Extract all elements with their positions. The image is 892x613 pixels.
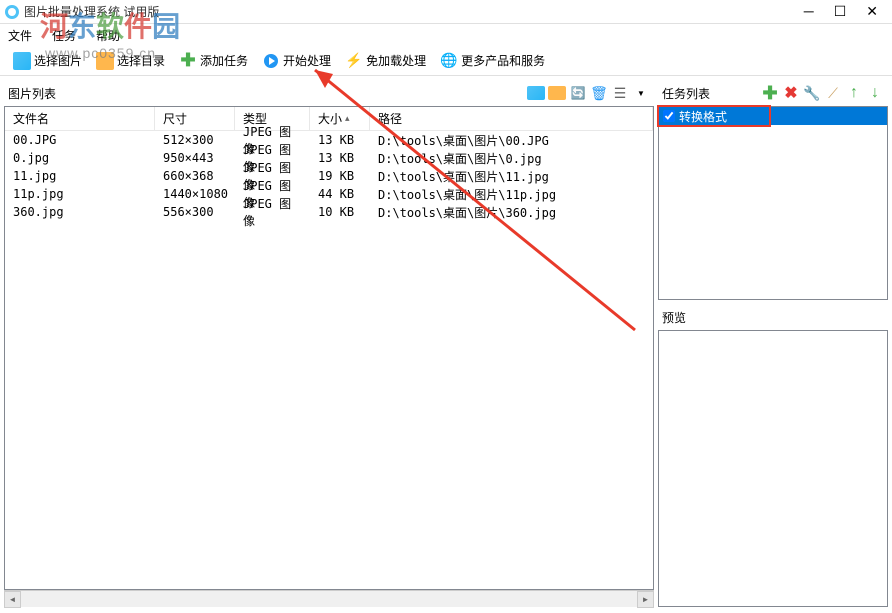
file-path: D:\tools\桌面\图片\11.jpg: [370, 168, 653, 185]
titlebar: 图片批量处理系统 试用版 ─ ☐ ✕: [0, 0, 892, 24]
delete-icon[interactable]: 🗑: [590, 84, 608, 102]
close-button[interactable]: ✕: [866, 3, 878, 20]
file-row[interactable]: 0.jpg 950×443 JPEG 图像 13 KB D:\tools\桌面\…: [5, 149, 653, 167]
more-products-button[interactable]: 🌐 更多产品和服务: [435, 49, 550, 73]
task-label: 转换格式: [679, 108, 727, 125]
file-path: D:\tools\桌面\图片\11p.jpg: [370, 186, 653, 203]
play-icon: [262, 52, 280, 70]
app-icon: [4, 4, 20, 20]
select-image-button[interactable]: 选择图片: [8, 49, 87, 73]
settings-icon[interactable]: 🔧: [803, 84, 821, 102]
bolt-icon: ⚡: [345, 52, 363, 70]
maximize-button[interactable]: ☐: [834, 3, 847, 20]
move-down-icon[interactable]: ↓: [866, 84, 884, 102]
scroll-right-arrow[interactable]: ►: [637, 591, 654, 608]
preview-header-bar: 预览: [658, 304, 888, 330]
list-view-icon[interactable]: ☰: [611, 84, 629, 102]
globe-icon: 🌐: [440, 52, 458, 70]
task-list-header-bar: 任务列表 ✚ ✖ 🔧 ⟋ ↑ ↓: [658, 80, 888, 106]
file-size: 19 KB: [310, 169, 370, 183]
preview-title: 预览: [662, 309, 686, 326]
select-folder-button[interactable]: 选择目录: [91, 49, 170, 73]
remove-task-icon[interactable]: ✖: [782, 84, 800, 102]
file-name: 00.JPG: [5, 133, 155, 147]
scroll-left-arrow[interactable]: ◄: [4, 591, 21, 608]
add-task-button[interactable]: ✚ 添加任务: [174, 49, 253, 73]
file-row[interactable]: 00.JPG 512×300 JPEG 图像 13 KB D:\tools\桌面…: [5, 131, 653, 149]
file-list-header-bar: 图片列表 🔄 🗑 ☰ ▼: [4, 80, 654, 106]
file-name: 11.jpg: [5, 169, 155, 183]
file-dimensions: 556×300: [155, 205, 235, 219]
file-name: 11p.jpg: [5, 187, 155, 201]
move-up-icon[interactable]: ↑: [845, 84, 863, 102]
menu-task[interactable]: 任务: [52, 27, 76, 44]
view-image-icon[interactable]: [527, 86, 545, 100]
file-name: 360.jpg: [5, 205, 155, 219]
file-row[interactable]: 11.jpg 660×368 JPEG 图像 19 KB D:\tools\桌面…: [5, 167, 653, 185]
start-process-button[interactable]: 开始处理: [257, 49, 336, 73]
file-size: 13 KB: [310, 133, 370, 147]
horizontal-scrollbar[interactable]: ◄ ►: [4, 590, 654, 607]
task-list-title: 任务列表: [662, 85, 710, 102]
view-folder-icon[interactable]: [548, 86, 566, 100]
col-size[interactable]: 大小▴: [310, 107, 370, 130]
file-list-columns: 文件名 尺寸 类型 大小▴ 路径: [5, 107, 653, 131]
dropdown-icon[interactable]: ▼: [632, 84, 650, 102]
clear-icon[interactable]: ⟋: [824, 84, 842, 102]
menu-help[interactable]: 帮助: [96, 27, 120, 44]
menubar: 文件 任务 帮助: [0, 24, 892, 46]
file-size: 13 KB: [310, 151, 370, 165]
file-row[interactable]: 360.jpg 556×300 JPEG 图像 10 KB D:\tools\桌…: [5, 203, 653, 221]
folder-icon: [96, 52, 114, 70]
col-path[interactable]: 路径: [370, 107, 653, 130]
file-name: 0.jpg: [5, 151, 155, 165]
col-filename[interactable]: 文件名: [5, 107, 155, 130]
file-path: D:\tools\桌面\图片\360.jpg: [370, 204, 653, 221]
no-load-process-button[interactable]: ⚡ 免加载处理: [340, 49, 431, 73]
file-path: D:\tools\桌面\图片\0.jpg: [370, 150, 653, 167]
task-list[interactable]: 转换格式: [658, 106, 888, 300]
file-dimensions: 950×443: [155, 151, 235, 165]
preview-box: [658, 330, 888, 607]
refresh-icon[interactable]: 🔄: [569, 84, 587, 102]
file-dimensions: 660×368: [155, 169, 235, 183]
file-dimensions: 1440×1080: [155, 187, 235, 201]
file-list-title: 图片列表: [8, 85, 56, 102]
task-checkbox[interactable]: [663, 110, 675, 122]
add-task-icon[interactable]: ✚: [761, 84, 779, 102]
col-dimensions[interactable]: 尺寸: [155, 107, 235, 130]
file-size: 10 KB: [310, 205, 370, 219]
file-size: 44 KB: [310, 187, 370, 201]
file-dimensions: 512×300: [155, 133, 235, 147]
menu-file[interactable]: 文件: [8, 27, 32, 44]
toolbar: 选择图片 选择目录 ✚ 添加任务 开始处理 ⚡ 免加载处理 🌐 更多产品和服务: [0, 46, 892, 76]
minimize-button[interactable]: ─: [804, 3, 814, 20]
file-path: D:\tools\桌面\图片\00.JPG: [370, 132, 653, 149]
task-item[interactable]: 转换格式: [659, 107, 887, 125]
image-icon: [13, 52, 31, 70]
window-title: 图片批量处理系统 试用版: [24, 3, 804, 20]
file-list[interactable]: 文件名 尺寸 类型 大小▴ 路径 00.JPG 512×300 JPEG 图像 …: [4, 106, 654, 590]
file-type: JPEG 图像: [235, 195, 310, 229]
file-row[interactable]: 11p.jpg 1440×1080 JPEG 图像 44 KB D:\tools…: [5, 185, 653, 203]
plus-icon: ✚: [179, 52, 197, 70]
